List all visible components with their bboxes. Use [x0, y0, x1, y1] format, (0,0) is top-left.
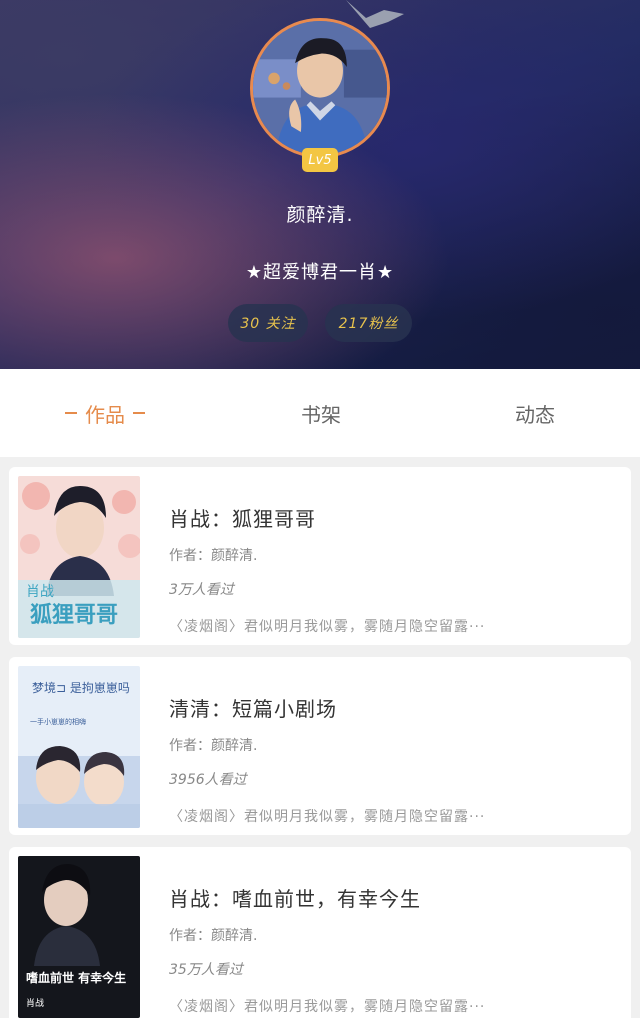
book-card[interactable]: 梦境⊐ 是拘崽崽吗 一手小崽崽的相嗨 清清：短篇小剧场 作者：颜醉清. 3956…: [9, 657, 631, 835]
cover-tag-text: 一手小崽崽的相嗨: [30, 717, 86, 726]
user-bio: ★超爱博君一肖★: [245, 262, 395, 283]
cover-title-text: 梦境⊐ 是拘崽崽吗: [32, 680, 130, 695]
fans-count-button[interactable]: 217粉丝: [325, 304, 412, 342]
tab-label: 作品: [85, 402, 125, 427]
username: 颜醉清.: [286, 204, 354, 226]
book-title[interactable]: 肖战：狐狸哥哥: [169, 503, 316, 532]
book-excerpt: 〈凌烟阁〉君似明月我似雾，雾随月隐空留露···: [169, 619, 486, 635]
tab-indicator-right: [133, 412, 145, 414]
tab-activity[interactable]: 动态: [470, 369, 600, 457]
cover-title-text: 狐狸哥哥: [30, 602, 118, 628]
book-card[interactable]: 嗜血前世 有幸今生 肖战 肖战：嗜血前世，有幸今生 作者：颜醉清. 35万人看过…: [9, 847, 631, 1018]
book-author: 作者：颜醉清.: [169, 738, 258, 754]
cover-title-text: 嗜血前世 有幸今生: [26, 970, 126, 985]
book-author: 作者：颜醉清.: [169, 928, 258, 944]
book-excerpt: 〈凌烟阁〉君似明月我似雾，雾随月隐空留露···: [169, 999, 486, 1015]
book-author: 作者：颜醉清.: [169, 548, 258, 564]
book-views: 3万人看过: [169, 582, 234, 598]
avatar[interactable]: [250, 18, 390, 158]
book-views: 3956人看过: [169, 772, 247, 788]
book-title[interactable]: 清清：短篇小剧场: [169, 693, 337, 722]
tab-indicator-left: [65, 412, 77, 414]
book-views: 35万人看过: [169, 962, 243, 978]
cover-tag-text: 肖战: [26, 584, 54, 600]
book-cover[interactable]: 肖战 狐狸哥哥: [18, 476, 140, 638]
tab-works[interactable]: 作品: [40, 369, 170, 457]
book-excerpt: 〈凌烟阁〉君似明月我似雾，雾随月隐空留露···: [169, 809, 486, 825]
profile-header: Lv5 颜醉清. ★超爱博君一肖★ 30 关注 217粉丝: [0, 0, 640, 369]
book-title[interactable]: 肖战：嗜血前世，有幸今生: [169, 883, 421, 912]
book-cover[interactable]: 嗜血前世 有幸今生 肖战: [18, 856, 140, 1018]
tab-label: 书架: [301, 402, 341, 427]
book-card[interactable]: 肖战 狐狸哥哥 肖战：狐狸哥哥 作者：颜醉清. 3万人看过 〈凌烟阁〉君似明月我…: [9, 467, 631, 645]
cover-tag-text: 肖战: [26, 997, 44, 1009]
book-cover[interactable]: 梦境⊐ 是拘崽崽吗 一手小崽崽的相嗨: [18, 666, 140, 828]
profile-page: Lv5 颜醉清. ★超爱博君一肖★ 30 关注 217粉丝 作品 书架 动态 肖…: [0, 0, 640, 1018]
profile-tabs: 作品 书架 动态: [0, 369, 640, 457]
following-count-button[interactable]: 30 关注: [228, 304, 308, 342]
tab-label: 动态: [515, 402, 555, 427]
level-badge: Lv5: [302, 148, 338, 172]
tab-bookshelf[interactable]: 书架: [256, 369, 386, 457]
